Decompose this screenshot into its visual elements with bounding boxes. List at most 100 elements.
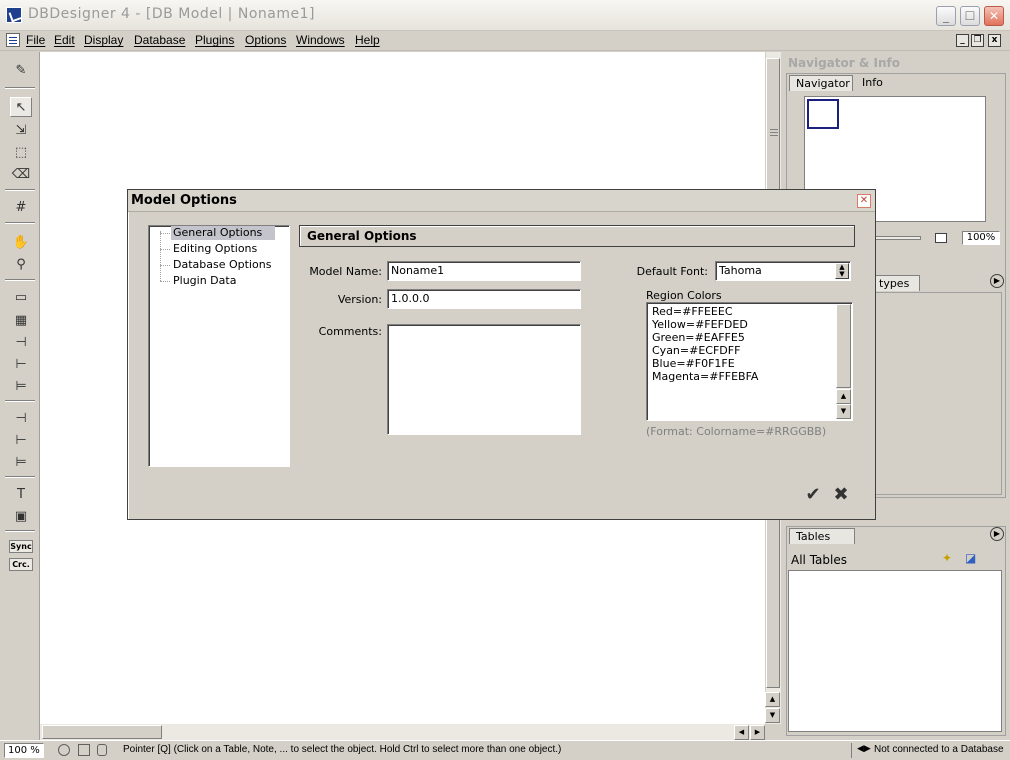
mdi-minimize-button[interactable]: _: [956, 34, 969, 47]
region-color-line: Green=#EAFFE5: [652, 331, 745, 344]
tables-list[interactable]: [788, 570, 1002, 732]
relation-1n-sub-tool-icon[interactable]: ⊣: [10, 408, 32, 428]
zoom-level-field[interactable]: 100%: [962, 231, 1000, 245]
mdi-restore-button[interactable]: ❐: [971, 34, 984, 47]
menu-windows[interactable]: Windows: [296, 33, 345, 47]
sync-button[interactable]: Sync: [9, 540, 33, 553]
tab-navigator[interactable]: Navigator: [789, 75, 853, 91]
menu-help[interactable]: Help: [355, 33, 380, 47]
datatypes-menu-icon[interactable]: ▶: [990, 274, 1004, 288]
tree-item-plugin-data[interactable]: Plugin Data: [171, 274, 238, 288]
region-colors-label: Region Colors: [646, 289, 722, 302]
tab-info[interactable]: Info: [856, 75, 916, 91]
horizontal-scroll-thumb[interactable]: [42, 725, 162, 739]
hand-tool-icon[interactable]: ✋: [10, 232, 32, 252]
scroll-down-button[interactable]: ▼: [765, 708, 780, 723]
region-color-line: Blue=#F0F1FE: [652, 357, 735, 370]
scroll-right-button[interactable]: ▶: [750, 725, 765, 740]
scroll-left-button[interactable]: ◀: [734, 725, 749, 740]
crc-button[interactable]: Crc.: [9, 558, 33, 571]
zoom-tool-icon[interactable]: ⚲: [10, 254, 32, 274]
chevron-updown-icon[interactable]: ▲ ▼: [835, 263, 849, 279]
resize-tool-icon[interactable]: ⬚: [10, 142, 32, 162]
toolbar-separator: [5, 279, 35, 281]
relation-11-sub-tool-icon[interactable]: ⊢: [10, 430, 32, 450]
navigator-panel-title: Navigator & Info: [788, 56, 900, 70]
connection-status: Not connected to a Database: [874, 744, 1004, 755]
menu-plugins[interactable]: Plugins: [195, 33, 234, 47]
tab-tables[interactable]: Tables: [789, 528, 855, 544]
comments-field[interactable]: [387, 324, 581, 435]
relation-1n-tool-icon[interactable]: ⊣: [10, 332, 32, 352]
record-icon[interactable]: [58, 744, 70, 756]
region-tool-icon[interactable]: ▭: [10, 287, 32, 307]
image-tool-icon[interactable]: ▣: [10, 506, 32, 526]
grid-tool-icon[interactable]: #: [10, 197, 32, 217]
model-options-dialog: Model Options ✕ General Options Editing …: [127, 189, 876, 520]
save-icon[interactable]: [78, 744, 90, 756]
minimize-button[interactable]: _: [936, 6, 956, 26]
region-colors-scroll-thumb[interactable]: [836, 304, 851, 388]
close-button[interactable]: ✕: [984, 6, 1004, 26]
ok-check-icon[interactable]: ✔: [803, 485, 823, 505]
model-name-field[interactable]: Noname1: [387, 261, 581, 281]
tree-item-database-options[interactable]: Database Options: [171, 258, 273, 272]
zoom-slider[interactable]: [875, 236, 921, 240]
dialog-titlebar: Model Options ✕: [128, 190, 875, 212]
pen-tool-icon[interactable]: ✎: [10, 60, 32, 80]
relation-nm-tool-icon[interactable]: ⊢: [10, 354, 32, 374]
toolbar-separator: [5, 530, 35, 532]
status-zoom: 100 %: [4, 743, 44, 758]
scroll-up-button[interactable]: ▲: [836, 389, 851, 404]
document-icon[interactable]: [6, 33, 20, 47]
menu-edit[interactable]: Edit: [54, 33, 75, 47]
toolbar-separator: [5, 189, 35, 191]
region-color-line: Magenta=#FFEBFA: [652, 370, 759, 383]
default-font-select[interactable]: Tahoma ▲ ▼: [715, 261, 851, 281]
version-field[interactable]: 1.0.0.0: [387, 289, 581, 309]
relation-nm-sub-tool-icon[interactable]: ⊨: [10, 452, 32, 472]
default-font-value: Tahoma: [719, 264, 762, 277]
maximize-button[interactable]: ☐: [960, 6, 980, 26]
scroll-up-button[interactable]: ▲: [765, 692, 780, 707]
tab-datatypes[interactable]: types: [872, 275, 920, 291]
eraser-tool-icon[interactable]: ⌫: [10, 164, 32, 184]
eraser-icon[interactable]: ◪: [965, 551, 976, 565]
toolbar-separator: [5, 222, 35, 224]
status-divider: [851, 743, 852, 758]
tables-menu-icon[interactable]: ▶: [990, 527, 1004, 541]
database-icon[interactable]: [97, 744, 107, 756]
tree-item-editing-options[interactable]: Editing Options: [171, 242, 259, 256]
window-titlebar: DBDesigner 4 - [DB Model | Noname1] _ ☐ …: [0, 0, 1010, 31]
cancel-x-icon[interactable]: ✖: [831, 485, 851, 505]
datatypes-list[interactable]: [874, 292, 1002, 495]
pointer-tool-icon[interactable]: ↖: [10, 97, 32, 117]
note-tool-icon[interactable]: T: [10, 484, 32, 504]
region-color-line: Yellow=#FEFDED: [652, 318, 748, 331]
options-tree[interactable]: General Options Editing Options Database…: [148, 225, 290, 467]
region-colors-field[interactable]: Red=#FFEEEC Yellow=#FEFDED Green=#EAFFE5…: [646, 302, 853, 421]
menu-database[interactable]: Database: [134, 33, 185, 47]
status-bar: 100 % Pointer [Q] (Click on a Table, Not…: [0, 740, 1010, 760]
table-tool-icon[interactable]: ▦: [10, 310, 32, 330]
toolbar-separator: [5, 476, 35, 478]
relation-11-tool-icon[interactable]: ⊨: [10, 376, 32, 396]
tree-item-general-options[interactable]: General Options: [171, 226, 275, 240]
app-icon: [6, 7, 22, 23]
move-tool-icon[interactable]: ⇲: [10, 120, 32, 140]
mdi-close-button[interactable]: x: [988, 34, 1001, 47]
menu-file[interactable]: File: [26, 33, 45, 47]
menu-options[interactable]: Options: [245, 33, 286, 47]
window-title: DBDesigner 4 - [DB Model | Noname1]: [28, 6, 315, 22]
region-color-line: Red=#FFEEEC: [652, 305, 733, 318]
toolbar-separator: [5, 400, 35, 402]
navigator-viewport-rect[interactable]: [807, 99, 839, 129]
dialog-close-icon[interactable]: ✕: [857, 194, 871, 208]
zoom-fit-icon[interactable]: [935, 233, 947, 243]
scroll-down-button[interactable]: ▼: [836, 404, 851, 419]
connection-arrows-icon: ◀▶: [857, 744, 871, 754]
default-font-label: Default Font:: [636, 265, 708, 278]
new-table-icon[interactable]: ✦: [942, 551, 952, 565]
menu-display[interactable]: Display: [84, 33, 123, 47]
region-colors-scrollbar[interactable]: ▲ ▼: [836, 304, 851, 419]
